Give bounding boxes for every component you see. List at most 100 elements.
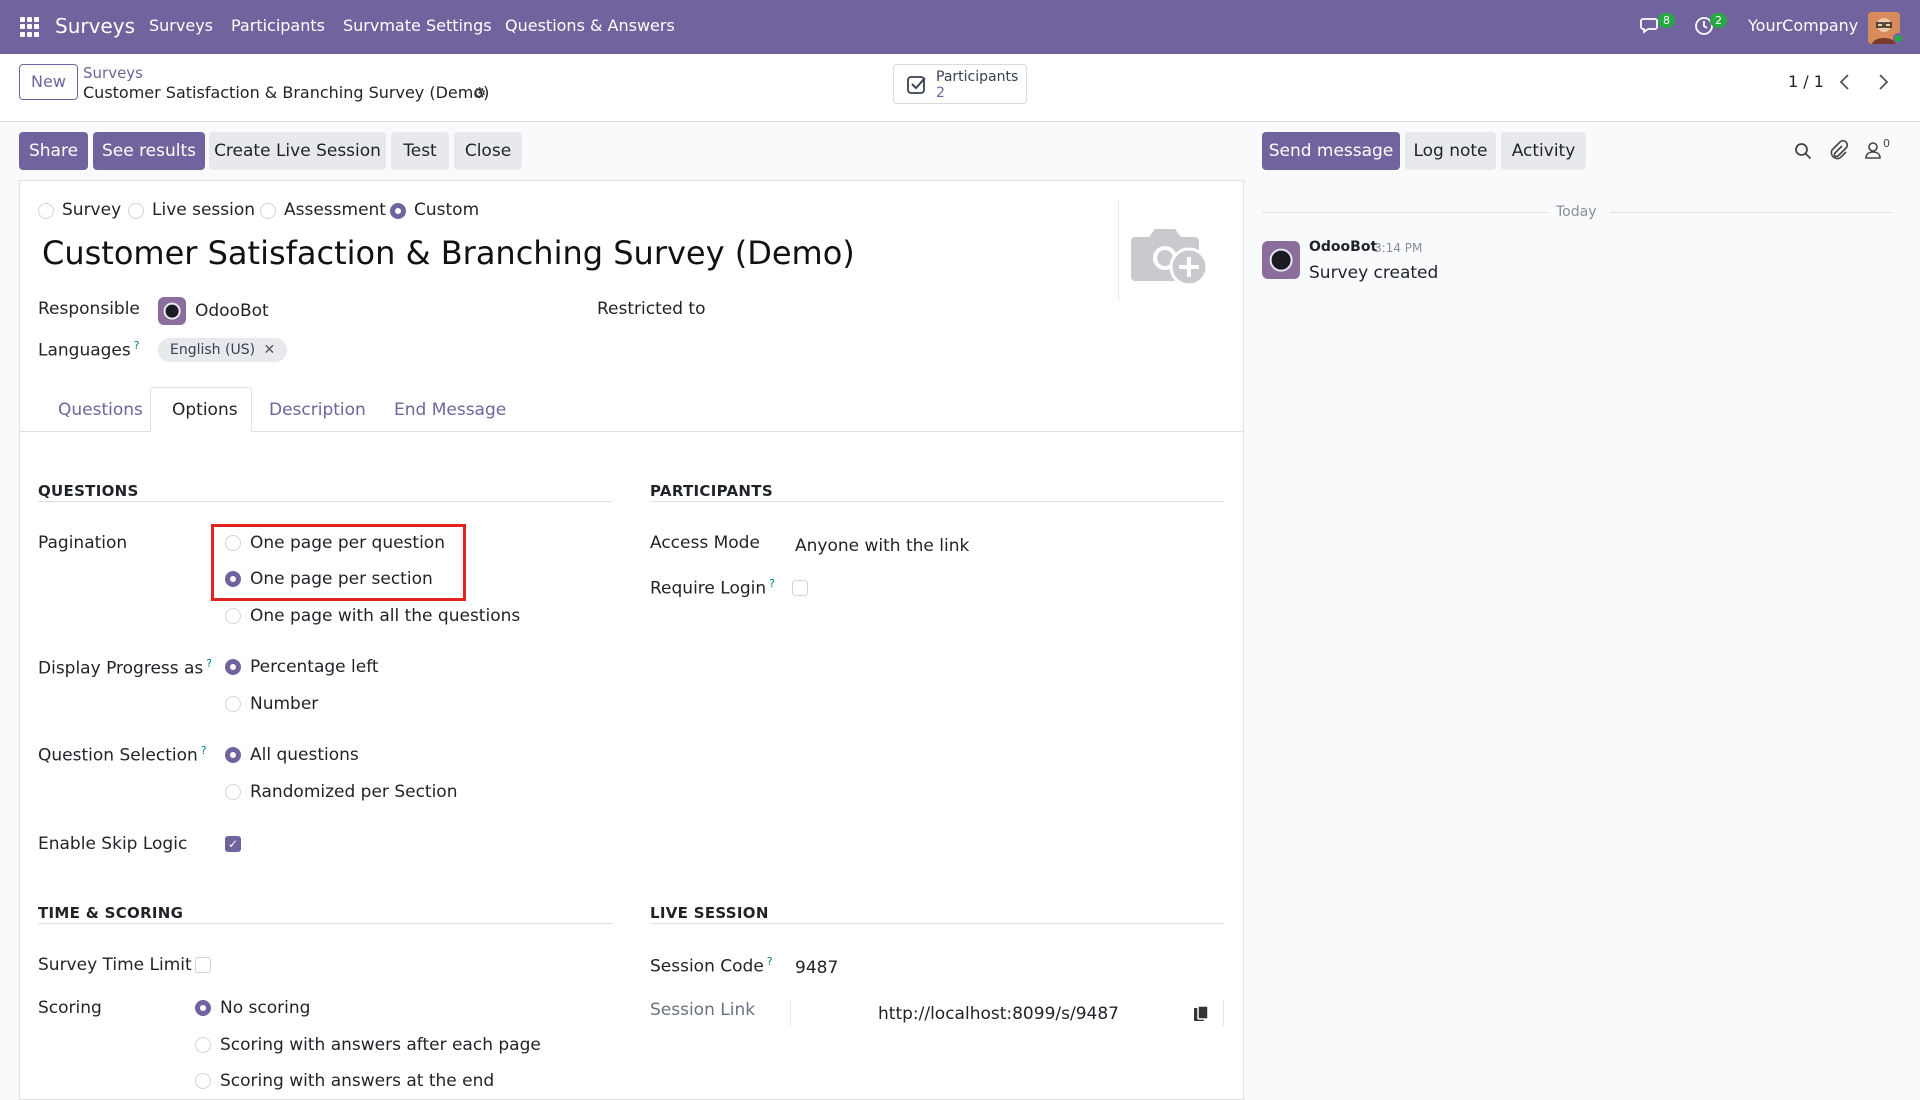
skip-logic-checkbox[interactable]: ✓ (225, 836, 241, 852)
followers-icon[interactable] (1864, 141, 1882, 159)
progress-option-percentage: Percentage left (250, 657, 379, 677)
odoobot-avatar-icon (158, 297, 186, 325)
selection-option-all: All questions (250, 745, 359, 765)
progress-option-number: Number (250, 694, 319, 714)
date-separator-line-right (1610, 212, 1892, 213)
menu-questions-answers[interactable]: Questions & Answers (505, 16, 675, 35)
new-button[interactable]: New (19, 64, 78, 100)
progress-radio-number[interactable] (225, 696, 241, 712)
menu-surveys[interactable]: Surveys (149, 16, 213, 35)
odoobot-message-avatar-icon[interactable] (1262, 241, 1300, 279)
pagination-label: Pagination (38, 533, 128, 553)
selection-option-randomized: Randomized per Section (250, 782, 458, 802)
help-icon[interactable]: ? (767, 955, 773, 968)
scoring-radio-at-end[interactable] (195, 1073, 211, 1089)
pagination-option-all-questions: One page with all the questions (250, 606, 521, 626)
survey-title[interactable]: Customer Satisfaction & Branching Survey… (42, 234, 855, 272)
progress-radio-percentage[interactable] (225, 659, 241, 675)
message-body: Survey created (1309, 263, 1439, 283)
smart-button-value: 2 (936, 85, 945, 101)
company-switcher[interactable]: YourCompany (1748, 16, 1858, 35)
participants-smart-button[interactable]: Participants 2 (893, 64, 1027, 104)
session-link-divider (790, 1000, 791, 1026)
pagination-radio-all-questions[interactable] (225, 608, 241, 624)
scoring-radio-none[interactable] (195, 1000, 211, 1016)
tab-questions[interactable]: Questions (58, 400, 143, 420)
live-session-section-divider (650, 923, 1224, 924)
control-panel: New Surveys Customer Satisfaction & Bran… (0, 54, 1920, 122)
activity-button[interactable]: Activity (1501, 132, 1586, 170)
access-mode-value[interactable]: Anyone with the link (795, 536, 969, 556)
help-icon[interactable]: ? (206, 657, 212, 670)
menu-survmate-settings[interactable]: Survmate Settings (343, 16, 492, 35)
language-tag[interactable]: English (US) ✕ (158, 338, 288, 362)
pagination-radio-per-question[interactable] (225, 535, 241, 551)
survey-time-limit-label: Survey Time Limit (38, 955, 192, 975)
help-icon[interactable]: ? (201, 744, 207, 757)
survey-type-radio-custom[interactable] (390, 203, 406, 219)
scoring-label: Scoring (38, 998, 102, 1018)
send-message-button[interactable]: Send message (1262, 132, 1400, 170)
breadcrumb-current: Customer Satisfaction & Branching Survey… (83, 83, 490, 102)
questions-section-title: QUESTIONS (38, 482, 139, 500)
tab-end-message[interactable]: End Message (394, 400, 506, 420)
activities-badge: 2 (1710, 13, 1727, 28)
date-separator-line-left (1262, 212, 1548, 213)
close-button[interactable]: Close (454, 132, 522, 170)
scoring-radio-each-page[interactable] (195, 1037, 211, 1053)
messages-badge: 8 (1658, 13, 1675, 28)
participants-section-title: PARTICIPANTS (650, 482, 773, 500)
menu-participants[interactable]: Participants (231, 16, 325, 35)
message-author[interactable]: OdooBot (1309, 239, 1377, 255)
breadcrumb-parent[interactable]: Surveys (83, 64, 143, 82)
selection-radio-all[interactable] (225, 747, 241, 763)
restricted-to-label: Restricted to (597, 299, 706, 319)
survey-type-label-custom: Custom (414, 200, 480, 220)
test-button[interactable]: Test (391, 132, 449, 170)
pager-value[interactable]: 1 / 1 (1788, 72, 1824, 91)
tab-options[interactable]: Options (172, 400, 238, 420)
help-icon[interactable]: ? (769, 577, 775, 590)
session-link-label: Session Link (650, 1000, 756, 1020)
chevron-right-icon[interactable] (1876, 72, 1890, 92)
survey-type-radio-survey[interactable] (38, 203, 54, 219)
message-time: 3:14 PM (1374, 241, 1423, 255)
session-link-value[interactable]: http://localhost:8099/s/9487 (878, 1004, 1119, 1024)
see-results-button[interactable]: See results (93, 132, 205, 170)
survey-type-radio-assessment[interactable] (260, 203, 276, 219)
session-link-end-divider (1223, 1000, 1224, 1026)
tab-description[interactable]: Description (269, 400, 366, 420)
time-limit-checkbox[interactable] (195, 957, 211, 973)
help-icon[interactable]: ? (134, 339, 140, 352)
time-scoring-section-title: TIME & SCORING (38, 904, 184, 922)
pagination-radio-per-section[interactable] (225, 571, 241, 587)
scoring-option-none: No scoring (220, 998, 311, 1018)
session-code-value[interactable]: 9487 (795, 958, 838, 978)
camera-add-icon[interactable] (1129, 219, 1213, 289)
skip-logic-label: Enable Skip Logic (38, 834, 188, 854)
remove-tag-icon[interactable]: ✕ (264, 342, 276, 358)
share-button[interactable]: Share (19, 132, 88, 170)
online-status-icon (1893, 33, 1904, 44)
access-mode-label: Access Mode (650, 533, 760, 553)
app-name[interactable]: Surveys (55, 14, 135, 38)
pagination-option-per-question: One page per question (250, 533, 445, 553)
languages-label: Languages? (38, 339, 140, 361)
scoring-option-each-page: Scoring with answers after each page (220, 1035, 541, 1055)
log-note-button[interactable]: Log note (1405, 132, 1496, 170)
require-login-checkbox[interactable] (792, 580, 808, 596)
apps-menu-icon[interactable] (20, 17, 40, 37)
chevron-left-icon[interactable] (1838, 72, 1852, 92)
survey-type-label-live-session: Live session (152, 200, 256, 220)
paperclip-icon[interactable] (1828, 140, 1848, 160)
copy-clipboard-icon[interactable] (1193, 1005, 1209, 1023)
selection-radio-randomized[interactable] (225, 784, 241, 800)
top-navbar: Surveys Surveys Participants Survmate Se… (0, 0, 1920, 54)
responsible-label: Responsible (38, 299, 140, 319)
survey-type-radio-live-session[interactable] (128, 203, 144, 219)
search-icon[interactable] (1794, 142, 1812, 160)
create-live-session-button[interactable]: Create Live Session (209, 132, 386, 170)
gear-icon[interactable]: ⚙ (473, 84, 486, 102)
smart-button-label: Participants (936, 69, 1019, 85)
responsible-value[interactable]: OdooBot (195, 301, 269, 321)
